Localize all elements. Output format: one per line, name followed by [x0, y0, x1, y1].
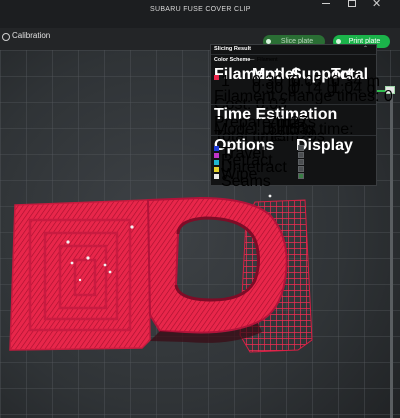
maximize-icon[interactable]: [348, 0, 356, 7]
display-header: Display: [296, 137, 353, 154]
retract-color-swatch: [214, 153, 219, 158]
travel-display-checkbox[interactable]: [298, 145, 304, 151]
retract-display-checkbox[interactable]: [298, 152, 304, 158]
layer-slider-track[interactable]: [390, 90, 393, 418]
option-seams: Seams: [221, 173, 271, 190]
unretract-display-checkbox[interactable]: [298, 159, 304, 165]
minimize-icon[interactable]: [322, 3, 330, 4]
title-bar: SUBARU FUSE COVER CLIP ✕: [0, 0, 400, 29]
slicing-result-title: Slicing Result: [214, 46, 251, 52]
filament-color-swatch: [214, 75, 219, 80]
divider: [211, 54, 376, 55]
app-title: SUBARU FUSE COVER CLIP: [150, 6, 251, 13]
calibration-icon[interactable]: [2, 33, 10, 41]
travel-color-swatch: [214, 146, 219, 151]
wipe-display-checkbox[interactable]: [298, 166, 304, 172]
divider: [211, 135, 376, 136]
color-scheme-label: Color Scheme: [214, 57, 251, 63]
wipe-color-swatch: [214, 167, 219, 172]
dropdown-arrow-icon[interactable]: —: [249, 57, 254, 63]
unretract-color-swatch: [214, 160, 219, 165]
seams-display-checkbox[interactable]: [298, 173, 304, 179]
color-scheme-value[interactable]: Filament: [257, 57, 278, 63]
calibration-tab[interactable]: Calibration: [12, 31, 50, 40]
collapse-icon[interactable]: ⌃: [363, 45, 368, 52]
seams-color-swatch: [214, 174, 219, 179]
monitor-screen: SUBARU FUSE COVER CLIP ✕ Calibration Sli…: [0, 0, 400, 418]
close-icon[interactable]: ✕: [372, 0, 381, 10]
divider: [211, 104, 376, 105]
